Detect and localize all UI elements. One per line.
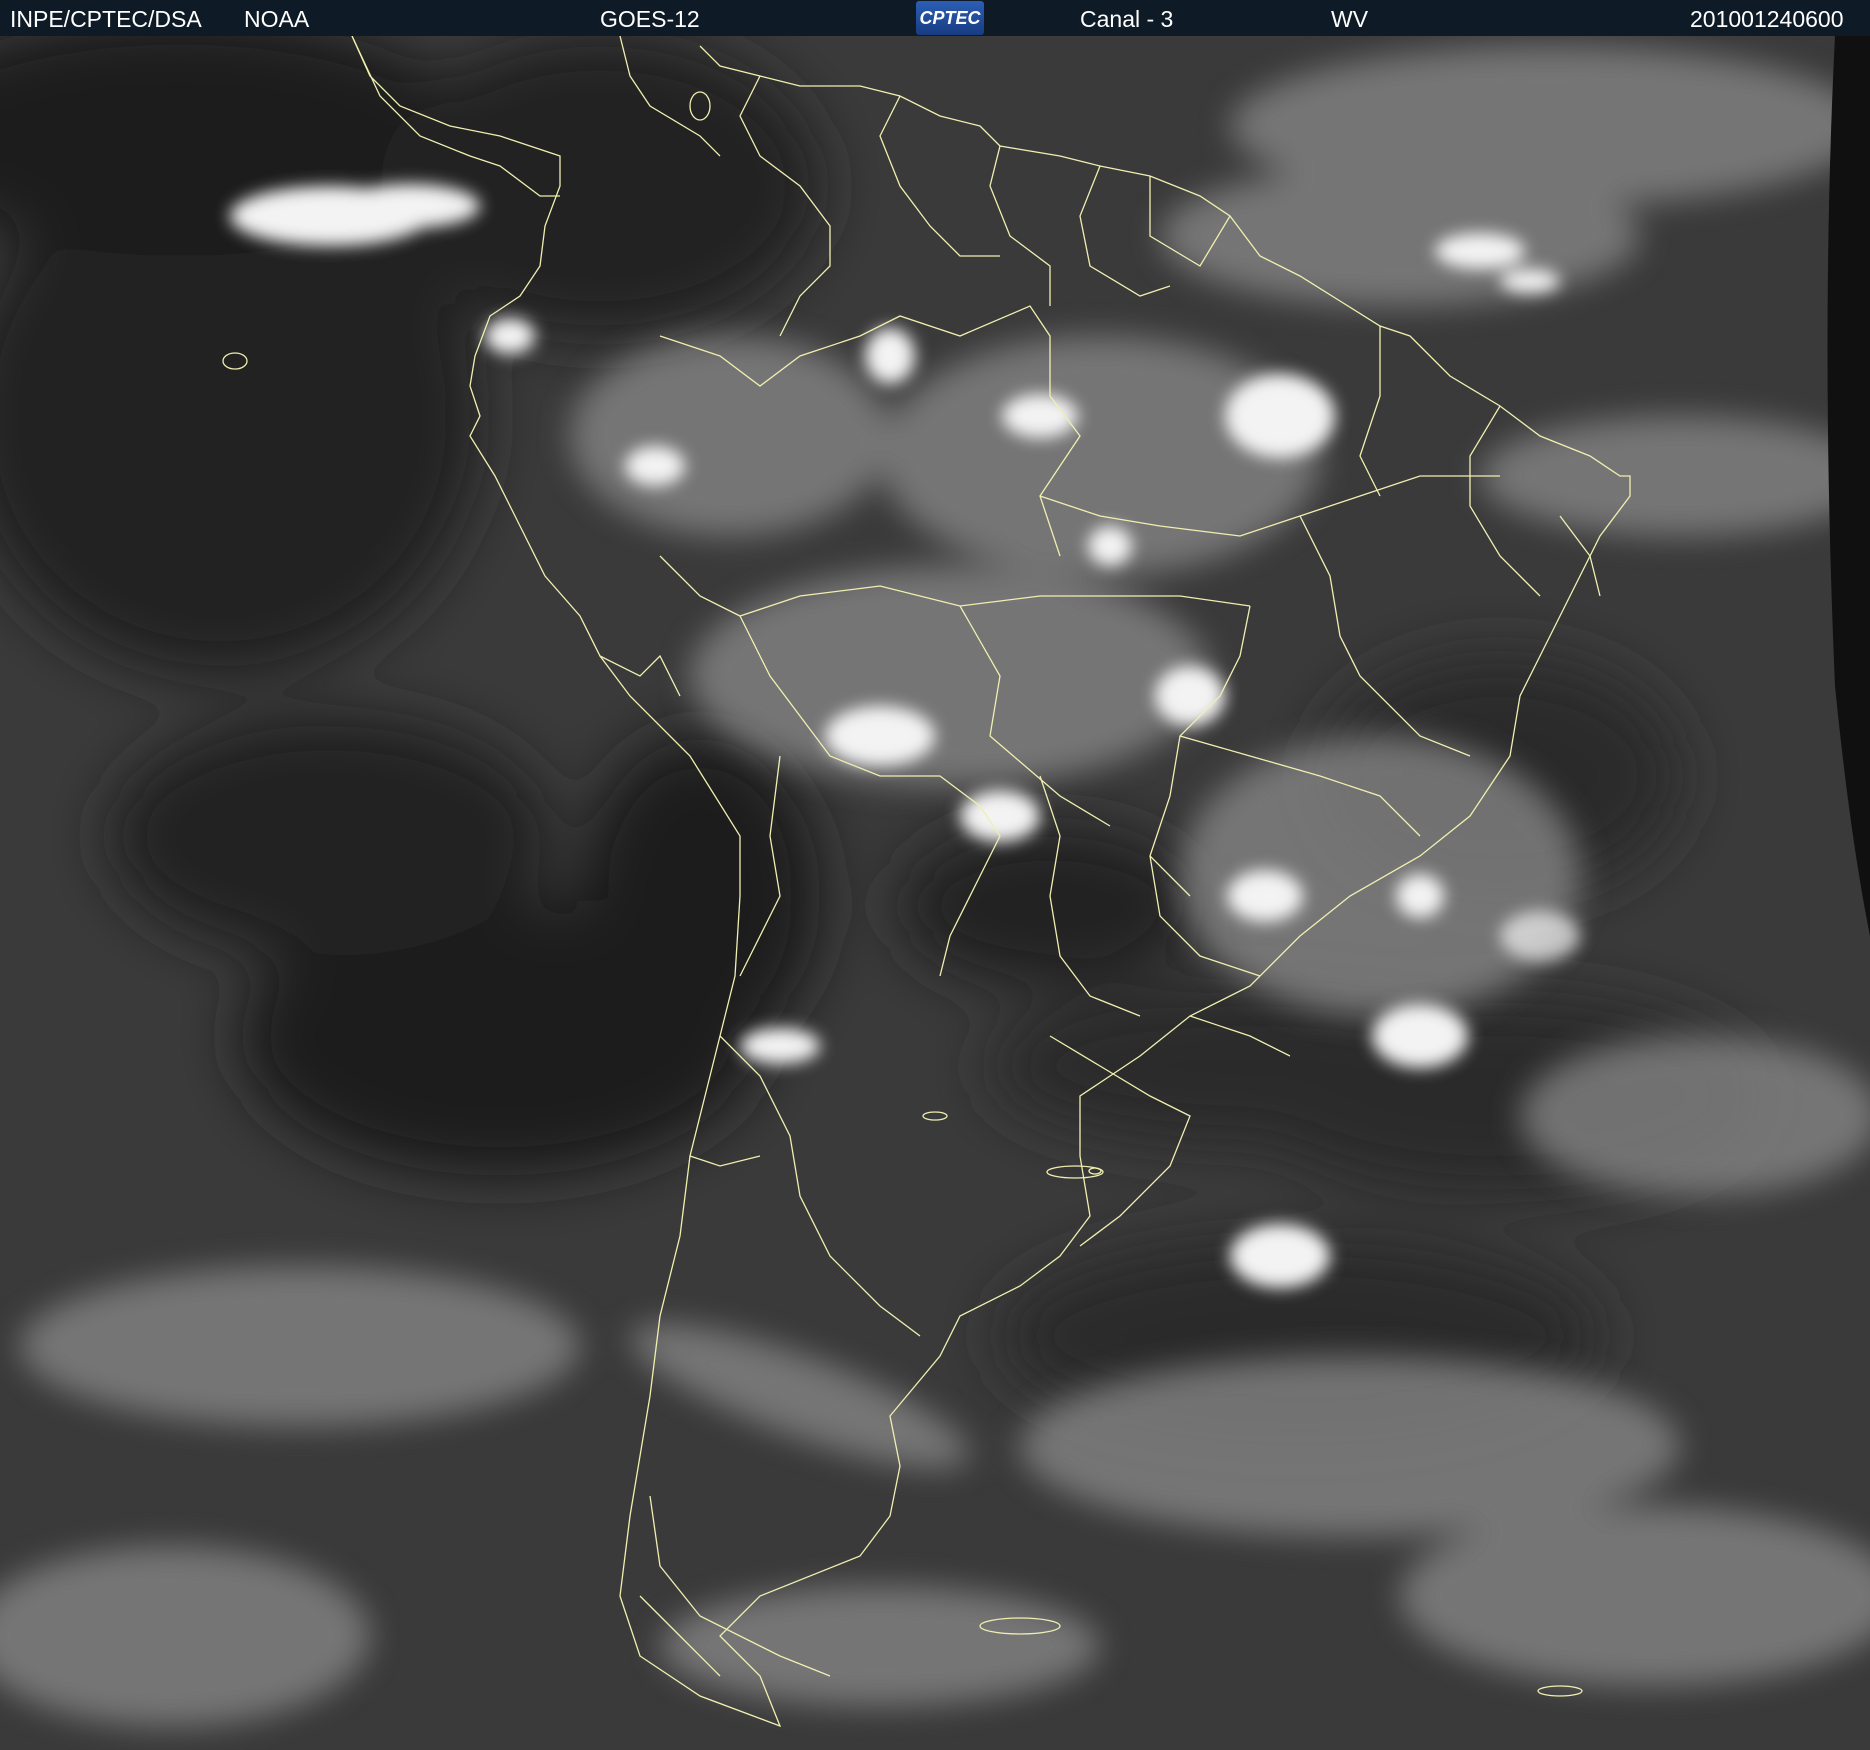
satellite-image [0, 36, 1870, 1750]
cptec-logo: CPTEC [916, 1, 984, 35]
satellite-label: GOES-12 [600, 6, 700, 32]
band-label: WV [1331, 6, 1369, 32]
institution-label: INPE/CPTEC/DSA [10, 6, 202, 32]
image-header: INPE/CPTEC/DSA NOAA GOES-12 CPTEC Canal … [0, 0, 1870, 36]
channel-label: Canal - 3 [1080, 6, 1174, 32]
satellite-map [0, 36, 1870, 1750]
timestamp-label: 201001240600 [1690, 6, 1844, 32]
agency-label: NOAA [244, 6, 310, 32]
